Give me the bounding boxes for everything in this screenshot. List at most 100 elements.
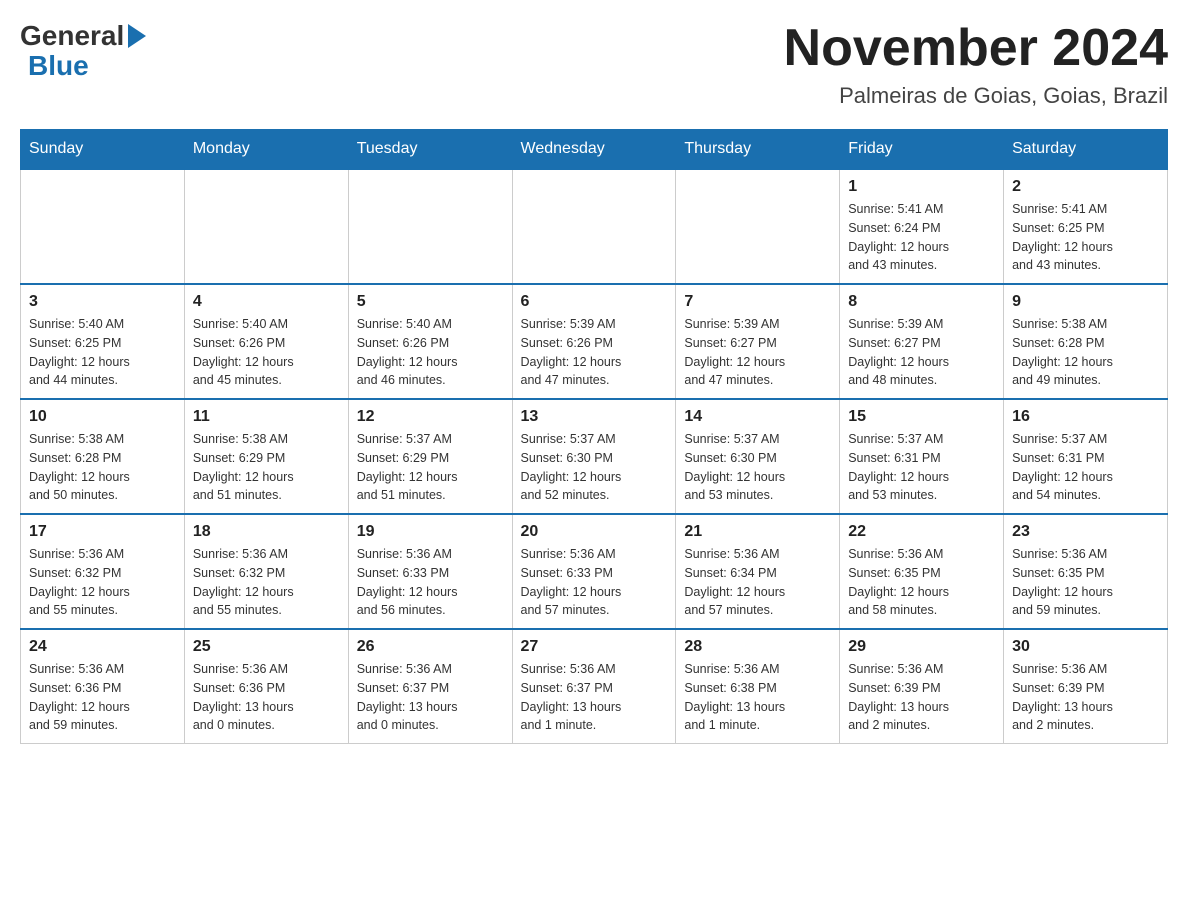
- calendar-cell: [512, 169, 676, 284]
- calendar-cell: 19 Sunrise: 5:36 AM Sunset: 6:33 PM Dayli…: [348, 514, 512, 629]
- weekday-header-monday: Monday: [184, 130, 348, 170]
- calendar-cell: 3 Sunrise: 5:40 AM Sunset: 6:25 PM Daylig…: [21, 284, 185, 399]
- day-info: Sunrise: 5:37 AM Sunset: 6:31 PM Dayligh…: [848, 430, 995, 505]
- day-info: Sunrise: 5:36 AM Sunset: 6:36 PM Dayligh…: [29, 660, 176, 735]
- day-info: Sunrise: 5:36 AM Sunset: 6:33 PM Dayligh…: [521, 545, 668, 620]
- day-number: 8: [848, 293, 995, 311]
- day-info: Sunrise: 5:36 AM Sunset: 6:39 PM Dayligh…: [848, 660, 995, 735]
- day-number: 26: [357, 638, 504, 656]
- day-number: 6: [521, 293, 668, 311]
- day-info: Sunrise: 5:36 AM Sunset: 6:33 PM Dayligh…: [357, 545, 504, 620]
- weekday-header-sunday: Sunday: [21, 130, 185, 170]
- day-number: 21: [684, 523, 831, 541]
- calendar-cell: 2 Sunrise: 5:41 AM Sunset: 6:25 PM Daylig…: [1004, 169, 1168, 284]
- day-number: 18: [193, 523, 340, 541]
- day-number: 28: [684, 638, 831, 656]
- calendar-cell: 26 Sunrise: 5:36 AM Sunset: 6:37 PM Dayli…: [348, 629, 512, 744]
- calendar-cell: 21 Sunrise: 5:36 AM Sunset: 6:34 PM Dayli…: [676, 514, 840, 629]
- day-number: 13: [521, 408, 668, 426]
- day-info: Sunrise: 5:36 AM Sunset: 6:34 PM Dayligh…: [684, 545, 831, 620]
- day-number: 20: [521, 523, 668, 541]
- day-number: 3: [29, 293, 176, 311]
- day-info: Sunrise: 5:39 AM Sunset: 6:26 PM Dayligh…: [521, 315, 668, 390]
- week-row-3: 10Sunrise: 5:38 AM Sunset: 6:28 PM Dayli…: [21, 399, 1168, 514]
- day-info: Sunrise: 5:36 AM Sunset: 6:35 PM Dayligh…: [1012, 545, 1159, 620]
- day-number: 2: [1012, 178, 1159, 196]
- day-number: 22: [848, 523, 995, 541]
- day-info: Sunrise: 5:40 AM Sunset: 6:26 PM Dayligh…: [357, 315, 504, 390]
- day-number: 5: [357, 293, 504, 311]
- calendar-cell: 27 Sunrise: 5:36 AM Sunset: 6:37 PM Dayli…: [512, 629, 676, 744]
- weekday-header-saturday: Saturday: [1004, 130, 1168, 170]
- day-info: Sunrise: 5:36 AM Sunset: 6:37 PM Dayligh…: [521, 660, 668, 735]
- day-number: 12: [357, 408, 504, 426]
- calendar-cell: [21, 169, 185, 284]
- calendar-cell: 29Sunrise: 5:36 AM Sunset: 6:39 PM Dayli…: [840, 629, 1004, 744]
- day-number: 1: [848, 178, 995, 196]
- logo-blue-text: Blue: [28, 50, 89, 82]
- calendar-cell: 11 Sunrise: 5:38 AM Sunset: 6:29 PM Dayli…: [184, 399, 348, 514]
- day-info: Sunrise: 5:37 AM Sunset: 6:31 PM Dayligh…: [1012, 430, 1159, 505]
- header: General Blue November 2024 Palmeiras de …: [20, 20, 1168, 109]
- day-info: Sunrise: 5:36 AM Sunset: 6:36 PM Dayligh…: [193, 660, 340, 735]
- calendar-cell: 30Sunrise: 5:36 AM Sunset: 6:39 PM Dayli…: [1004, 629, 1168, 744]
- day-info: Sunrise: 5:39 AM Sunset: 6:27 PM Dayligh…: [684, 315, 831, 390]
- calendar-cell: 13Sunrise: 5:37 AM Sunset: 6:30 PM Dayli…: [512, 399, 676, 514]
- day-number: 19: [357, 523, 504, 541]
- day-number: 16: [1012, 408, 1159, 426]
- calendar-cell: [676, 169, 840, 284]
- day-number: 27: [521, 638, 668, 656]
- day-info: Sunrise: 5:37 AM Sunset: 6:30 PM Dayligh…: [684, 430, 831, 505]
- title-area: November 2024 Palmeiras de Goias, Goias,…: [784, 20, 1168, 109]
- weekday-header-wednesday: Wednesday: [512, 130, 676, 170]
- week-row-4: 17Sunrise: 5:36 AM Sunset: 6:32 PM Dayli…: [21, 514, 1168, 629]
- day-info: Sunrise: 5:36 AM Sunset: 6:32 PM Dayligh…: [193, 545, 340, 620]
- day-info: Sunrise: 5:40 AM Sunset: 6:26 PM Dayligh…: [193, 315, 340, 390]
- day-info: Sunrise: 5:38 AM Sunset: 6:29 PM Dayligh…: [193, 430, 340, 505]
- calendar-cell: 16 Sunrise: 5:37 AM Sunset: 6:31 PM Dayli…: [1004, 399, 1168, 514]
- logo-general-text: General: [20, 20, 124, 52]
- day-number: 11: [193, 408, 340, 426]
- calendar: SundayMondayTuesdayWednesdayThursdayFrid…: [20, 129, 1168, 744]
- day-info: Sunrise: 5:36 AM Sunset: 6:37 PM Dayligh…: [357, 660, 504, 735]
- day-info: Sunrise: 5:36 AM Sunset: 6:35 PM Dayligh…: [848, 545, 995, 620]
- day-info: Sunrise: 5:38 AM Sunset: 6:28 PM Dayligh…: [1012, 315, 1159, 390]
- calendar-cell: 10Sunrise: 5:38 AM Sunset: 6:28 PM Dayli…: [21, 399, 185, 514]
- week-row-5: 24Sunrise: 5:36 AM Sunset: 6:36 PM Dayli…: [21, 629, 1168, 744]
- day-number: 10: [29, 408, 176, 426]
- day-info: Sunrise: 5:41 AM Sunset: 6:25 PM Dayligh…: [1012, 200, 1159, 275]
- weekday-header-row: SundayMondayTuesdayWednesdayThursdayFrid…: [21, 130, 1168, 170]
- location-subtitle: Palmeiras de Goias, Goias, Brazil: [784, 83, 1168, 109]
- calendar-cell: 25 Sunrise: 5:36 AM Sunset: 6:36 PM Dayli…: [184, 629, 348, 744]
- calendar-cell: 7 Sunrise: 5:39 AM Sunset: 6:27 PM Daylig…: [676, 284, 840, 399]
- day-number: 4: [193, 293, 340, 311]
- calendar-cell: 18 Sunrise: 5:36 AM Sunset: 6:32 PM Dayli…: [184, 514, 348, 629]
- logo: General Blue: [20, 20, 146, 82]
- calendar-cell: 24Sunrise: 5:36 AM Sunset: 6:36 PM Dayli…: [21, 629, 185, 744]
- day-number: 14: [684, 408, 831, 426]
- calendar-cell: 5 Sunrise: 5:40 AM Sunset: 6:26 PM Daylig…: [348, 284, 512, 399]
- day-info: Sunrise: 5:36 AM Sunset: 6:32 PM Dayligh…: [29, 545, 176, 620]
- day-info: Sunrise: 5:41 AM Sunset: 6:24 PM Dayligh…: [848, 200, 995, 275]
- day-number: 25: [193, 638, 340, 656]
- calendar-cell: 12 Sunrise: 5:37 AM Sunset: 6:29 PM Dayli…: [348, 399, 512, 514]
- day-number: 7: [684, 293, 831, 311]
- calendar-cell: 4 Sunrise: 5:40 AM Sunset: 6:26 PM Daylig…: [184, 284, 348, 399]
- day-info: Sunrise: 5:40 AM Sunset: 6:25 PM Dayligh…: [29, 315, 176, 390]
- calendar-cell: 20 Sunrise: 5:36 AM Sunset: 6:33 PM Dayli…: [512, 514, 676, 629]
- weekday-header-friday: Friday: [840, 130, 1004, 170]
- weekday-header-tuesday: Tuesday: [348, 130, 512, 170]
- day-info: Sunrise: 5:37 AM Sunset: 6:29 PM Dayligh…: [357, 430, 504, 505]
- calendar-cell: 1 Sunrise: 5:41 AM Sunset: 6:24 PM Daylig…: [840, 169, 1004, 284]
- weekday-header-thursday: Thursday: [676, 130, 840, 170]
- calendar-cell: 8 Sunrise: 5:39 AM Sunset: 6:27 PM Daylig…: [840, 284, 1004, 399]
- calendar-cell: [184, 169, 348, 284]
- calendar-cell: 23 Sunrise: 5:36 AM Sunset: 6:35 PM Dayli…: [1004, 514, 1168, 629]
- day-info: Sunrise: 5:39 AM Sunset: 6:27 PM Dayligh…: [848, 315, 995, 390]
- day-number: 30: [1012, 638, 1159, 656]
- week-row-2: 3 Sunrise: 5:40 AM Sunset: 6:25 PM Daylig…: [21, 284, 1168, 399]
- calendar-cell: 22 Sunrise: 5:36 AM Sunset: 6:35 PM Dayli…: [840, 514, 1004, 629]
- calendar-cell: 14 Sunrise: 5:37 AM Sunset: 6:30 PM Dayli…: [676, 399, 840, 514]
- day-number: 23: [1012, 523, 1159, 541]
- calendar-cell: 17Sunrise: 5:36 AM Sunset: 6:32 PM Dayli…: [21, 514, 185, 629]
